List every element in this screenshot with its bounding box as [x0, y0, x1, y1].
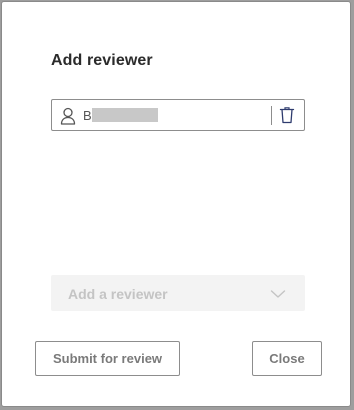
- dialog-title: Add reviewer: [51, 52, 153, 69]
- trash-icon[interactable]: [279, 106, 295, 124]
- add-reviewer-dialog: Add reviewer B Add a reviewer Submit for…: [1, 1, 351, 407]
- reviewer-entry: B: [51, 99, 305, 131]
- close-button[interactable]: Close: [252, 341, 322, 376]
- chevron-down-icon: [270, 287, 286, 299]
- redacted-name-block: [92, 108, 158, 122]
- submit-for-review-button[interactable]: Submit for review: [35, 341, 180, 376]
- person-icon: [60, 107, 76, 125]
- add-reviewer-placeholder: Add a reviewer: [68, 286, 168, 302]
- reviewer-name: B: [83, 108, 92, 123]
- divider: [271, 106, 272, 125]
- add-reviewer-select[interactable]: Add a reviewer: [51, 275, 305, 311]
